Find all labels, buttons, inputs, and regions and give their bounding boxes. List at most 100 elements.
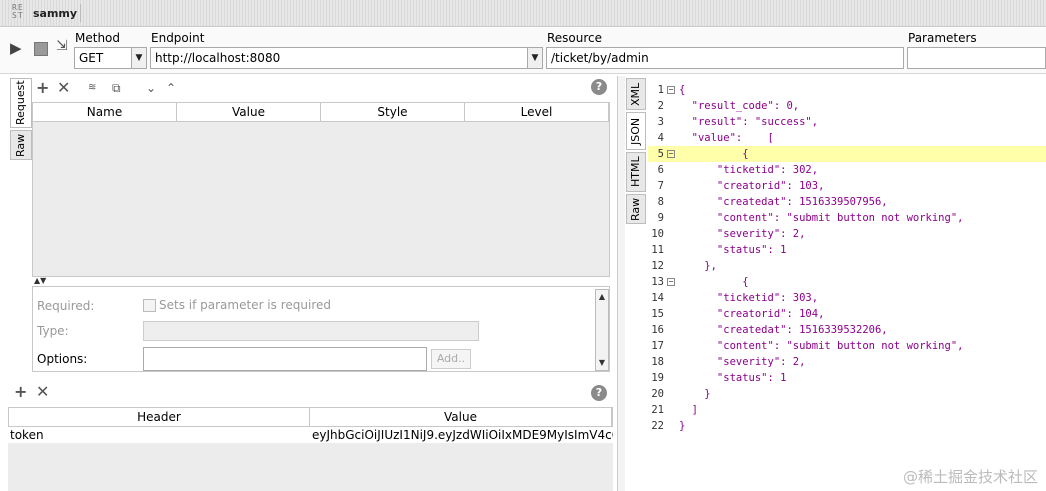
- header-name-cell[interactable]: token: [8, 427, 310, 443]
- code-text: }: [679, 420, 686, 432]
- help-icon[interactable]: ?: [591, 79, 607, 95]
- title-bar: RE ST sammy: [0, 0, 1046, 27]
- line-number: 14: [651, 292, 664, 304]
- method-label: Method: [75, 31, 121, 45]
- column-style[interactable]: Style: [321, 103, 465, 121]
- tab-request[interactable]: Request: [10, 78, 32, 128]
- line-number: 15: [651, 308, 664, 320]
- parameters-input[interactable]: [907, 47, 1046, 69]
- tab-response-raw[interactable]: Raw: [626, 194, 646, 224]
- code-text: "severity": 2,: [679, 228, 806, 240]
- options-label: Options:: [37, 352, 88, 366]
- tab-json[interactable]: JSON: [626, 112, 646, 150]
- code-text: "content": "submit button not working",: [679, 212, 964, 224]
- tab-xml[interactable]: XML: [626, 78, 646, 110]
- type-label: Type:: [37, 324, 69, 338]
- code-text: "status": 1: [679, 244, 787, 256]
- code-line: 15 "creatorid": 104,: [648, 306, 1046, 322]
- json-response-viewer[interactable]: 1−{2 "result_code": 0, 3 "result": "succe…: [648, 80, 1046, 491]
- line-number: 18: [651, 356, 664, 368]
- line-number: 1: [657, 84, 664, 96]
- code-text: {: [679, 148, 749, 160]
- code-line: 3 "result": "success",: [648, 114, 1046, 130]
- table-row[interactable]: token eyJhbGciOiJIUzI1NiJ9.eyJzdWIiOiIxM…: [8, 427, 613, 443]
- line-number: 11: [651, 244, 664, 256]
- code-text: "result": "success",: [679, 116, 819, 128]
- method-select[interactable]: GET: [74, 47, 132, 69]
- move-up-icon[interactable]: ⌃: [166, 80, 176, 96]
- column-level[interactable]: Level: [465, 103, 609, 121]
- code-line: 22}: [648, 418, 1046, 434]
- code-line: 11 "status": 1: [648, 242, 1046, 258]
- column-header[interactable]: Header: [9, 408, 310, 426]
- remove-param-icon[interactable]: ✕: [57, 80, 70, 96]
- view-icon[interactable]: ⧉: [112, 80, 121, 96]
- code-line: 21 ]: [648, 402, 1046, 418]
- encode-icon[interactable]: ≋: [88, 80, 96, 96]
- fold-icon[interactable]: −: [667, 278, 675, 286]
- code-text: "severity": 2,: [679, 356, 806, 368]
- code-line: 13− {: [648, 274, 1046, 290]
- code-text: "status": 1: [679, 372, 787, 384]
- code-text: "creatorid": 103,: [679, 180, 825, 192]
- endpoint-input[interactable]: http://localhost:8080: [150, 47, 528, 69]
- line-number: 22: [651, 420, 664, 432]
- column-value[interactable]: Value: [177, 103, 321, 121]
- fold-icon[interactable]: −: [667, 150, 675, 158]
- required-checkbox[interactable]: [143, 299, 156, 312]
- rest-icon: RE ST: [12, 3, 24, 20]
- move-down-icon[interactable]: ⌄: [146, 80, 156, 96]
- fold-icon[interactable]: −: [667, 86, 675, 94]
- code-text: "ticketid": 302,: [679, 164, 819, 176]
- column-name[interactable]: Name: [33, 103, 177, 121]
- type-select[interactable]: [143, 321, 479, 341]
- header-value-cell[interactable]: eyJhbGciOiJIUzI1NiJ9.eyJzdWIiOiIxMDE9MyI…: [310, 427, 613, 443]
- code-line: 8 "createdat": 1516339507956,: [648, 194, 1046, 210]
- code-text: ]: [679, 404, 698, 416]
- line-number: 8: [657, 196, 664, 208]
- param-properties: Required: Sets if parameter is required …: [32, 286, 610, 372]
- params-table-body[interactable]: [32, 122, 610, 277]
- code-text: "value": [: [679, 132, 774, 144]
- code-line: 6 "ticketid": 302,: [648, 162, 1046, 178]
- resource-input[interactable]: /ticket/by/admin: [546, 47, 904, 69]
- remove-header-icon[interactable]: ✕: [36, 384, 49, 400]
- play-icon[interactable]: ▶: [10, 41, 22, 56]
- tab-html[interactable]: HTML: [626, 152, 646, 192]
- code-line: 1−{: [648, 82, 1046, 98]
- endpoint-label: Endpoint: [151, 31, 205, 45]
- request-toolbar: ▶ ⇲ Method GET ▼ Endpoint http://localho…: [0, 28, 1046, 74]
- panel-divider[interactable]: [617, 76, 625, 491]
- scroll-down-icon[interactable]: ▼: [596, 357, 608, 369]
- headers-table-body[interactable]: [8, 443, 613, 491]
- endpoint-dropdown-icon[interactable]: ▼: [527, 47, 543, 69]
- code-text: {: [679, 276, 749, 288]
- add-option-button[interactable]: Add..: [431, 349, 471, 369]
- params-table-header: Name Value Style Level: [32, 102, 610, 122]
- code-line: 9 "content": "submit button not working"…: [648, 210, 1046, 226]
- resource-label: Resource: [547, 31, 603, 45]
- scroll-up-icon[interactable]: ▲: [596, 291, 608, 303]
- title-separator: [80, 4, 81, 22]
- method-dropdown-icon[interactable]: ▼: [131, 47, 147, 69]
- options-field[interactable]: [143, 347, 427, 371]
- line-number: 17: [651, 340, 664, 352]
- tab-raw[interactable]: Raw: [10, 130, 32, 160]
- headers-help-icon[interactable]: ?: [591, 385, 607, 401]
- line-number: 6: [657, 164, 664, 176]
- window-title: sammy: [33, 7, 78, 20]
- line-number: 20: [651, 388, 664, 400]
- code-text: "result_code": 0,: [679, 100, 800, 112]
- code-line: 2 "result_code": 0,: [648, 98, 1046, 114]
- stop-icon[interactable]: [34, 42, 48, 56]
- add-param-icon[interactable]: +: [36, 80, 49, 96]
- line-number: 4: [657, 132, 664, 144]
- column-header-value[interactable]: Value: [310, 408, 612, 426]
- code-line: 16 "createdat": 1516339532206,: [648, 322, 1046, 338]
- line-number: 16: [651, 324, 664, 336]
- add-header-icon[interactable]: +: [14, 384, 27, 400]
- properties-scrollbar[interactable]: ▲ ▼: [595, 289, 609, 371]
- step-icon[interactable]: ⇲: [56, 39, 68, 54]
- splitter-arrows-icon[interactable]: ▲▼: [32, 277, 610, 285]
- code-line: 12 },: [648, 258, 1046, 274]
